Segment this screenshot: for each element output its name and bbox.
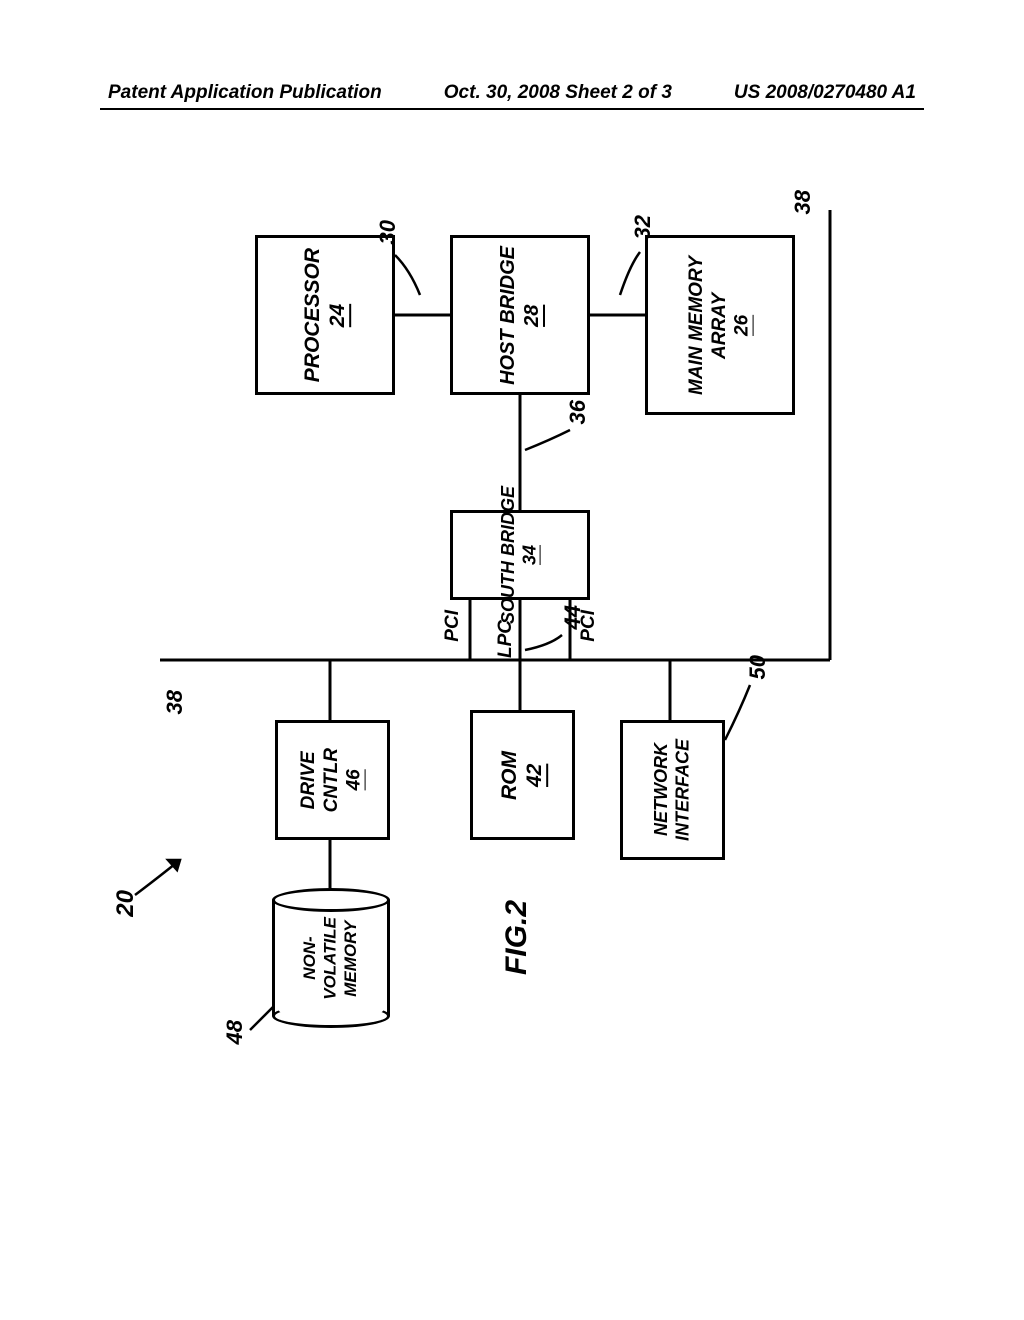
main-memory-label2: ARRAY xyxy=(709,256,732,395)
drive-cntlr-label2: CNTLR xyxy=(321,748,344,812)
figure-caption-text: FIG.2 xyxy=(500,900,534,975)
callout-mem-bus: 32 xyxy=(630,215,656,239)
callout-pci-left: 38 xyxy=(162,690,188,714)
callout-net: 50 xyxy=(745,655,771,679)
processor-ref: 24 xyxy=(325,248,350,382)
south-bridge-label: SOUTH BRIDGE xyxy=(498,486,520,624)
nv-label3: MEMORY xyxy=(341,917,361,1000)
callout-proc-bus: 30 xyxy=(375,220,401,244)
host-bridge-block: HOST BRIDGE 28 xyxy=(450,235,590,395)
callout-hub-link: 36 xyxy=(565,400,591,424)
bus-label-pci-left: PCI xyxy=(442,610,464,642)
rom-label: ROM xyxy=(497,751,522,800)
processor-label: PROCESSOR xyxy=(300,248,325,382)
drive-cntlr-block: DRIVE CNTLR 46 xyxy=(275,720,390,840)
processor-block: PROCESSOR 24 xyxy=(255,235,395,395)
host-bridge-ref: 28 xyxy=(520,246,544,385)
netif-label1: NETWORK xyxy=(651,739,673,841)
south-bridge-block: SOUTH BRIDGE 34 xyxy=(450,510,590,600)
rom-ref: 42 xyxy=(523,751,548,800)
page-header: Patent Application Publication Oct. 30, … xyxy=(0,82,1024,104)
host-bridge-label: HOST BRIDGE xyxy=(496,246,520,385)
drive-cntlr-ref: 46 xyxy=(344,748,367,812)
rom-block: ROM 42 xyxy=(470,710,575,840)
bus-label-lpc: LPC xyxy=(495,620,517,658)
nv-label2: VOLATILE xyxy=(321,917,341,1000)
south-bridge-ref: 34 xyxy=(520,486,542,624)
main-memory-label1: MAIN MEMORY xyxy=(686,256,709,395)
figure-caption: FIG.2 xyxy=(500,900,534,983)
bus-label-pci-right: PCI xyxy=(578,610,600,642)
network-interface-block: NETWORK INTERFACE xyxy=(620,720,725,860)
netif-label2: INTERFACE xyxy=(673,739,695,841)
nv-label1: NON- xyxy=(300,917,320,1000)
nv-memory-cylinder: NON- VOLATILE MEMORY xyxy=(272,888,390,1028)
block-diagram: PROCESSOR 24 HOST BRIDGE 28 MAIN MEMORY … xyxy=(100,180,924,1100)
header-left: Patent Application Publication xyxy=(108,82,382,104)
header-rule xyxy=(100,108,924,110)
header-right: US 2008/0270480 A1 xyxy=(734,82,916,104)
main-memory-block: MAIN MEMORY ARRAY 26 xyxy=(645,235,795,415)
callout-system: 20 xyxy=(112,890,140,917)
header-mid: Oct. 30, 2008 Sheet 2 of 3 xyxy=(444,82,672,104)
main-memory-ref: 26 xyxy=(731,256,754,395)
callout-nv: 48 xyxy=(222,1020,248,1044)
callout-pci-right: 38 xyxy=(790,190,816,214)
drive-cntlr-label1: DRIVE xyxy=(298,748,321,812)
